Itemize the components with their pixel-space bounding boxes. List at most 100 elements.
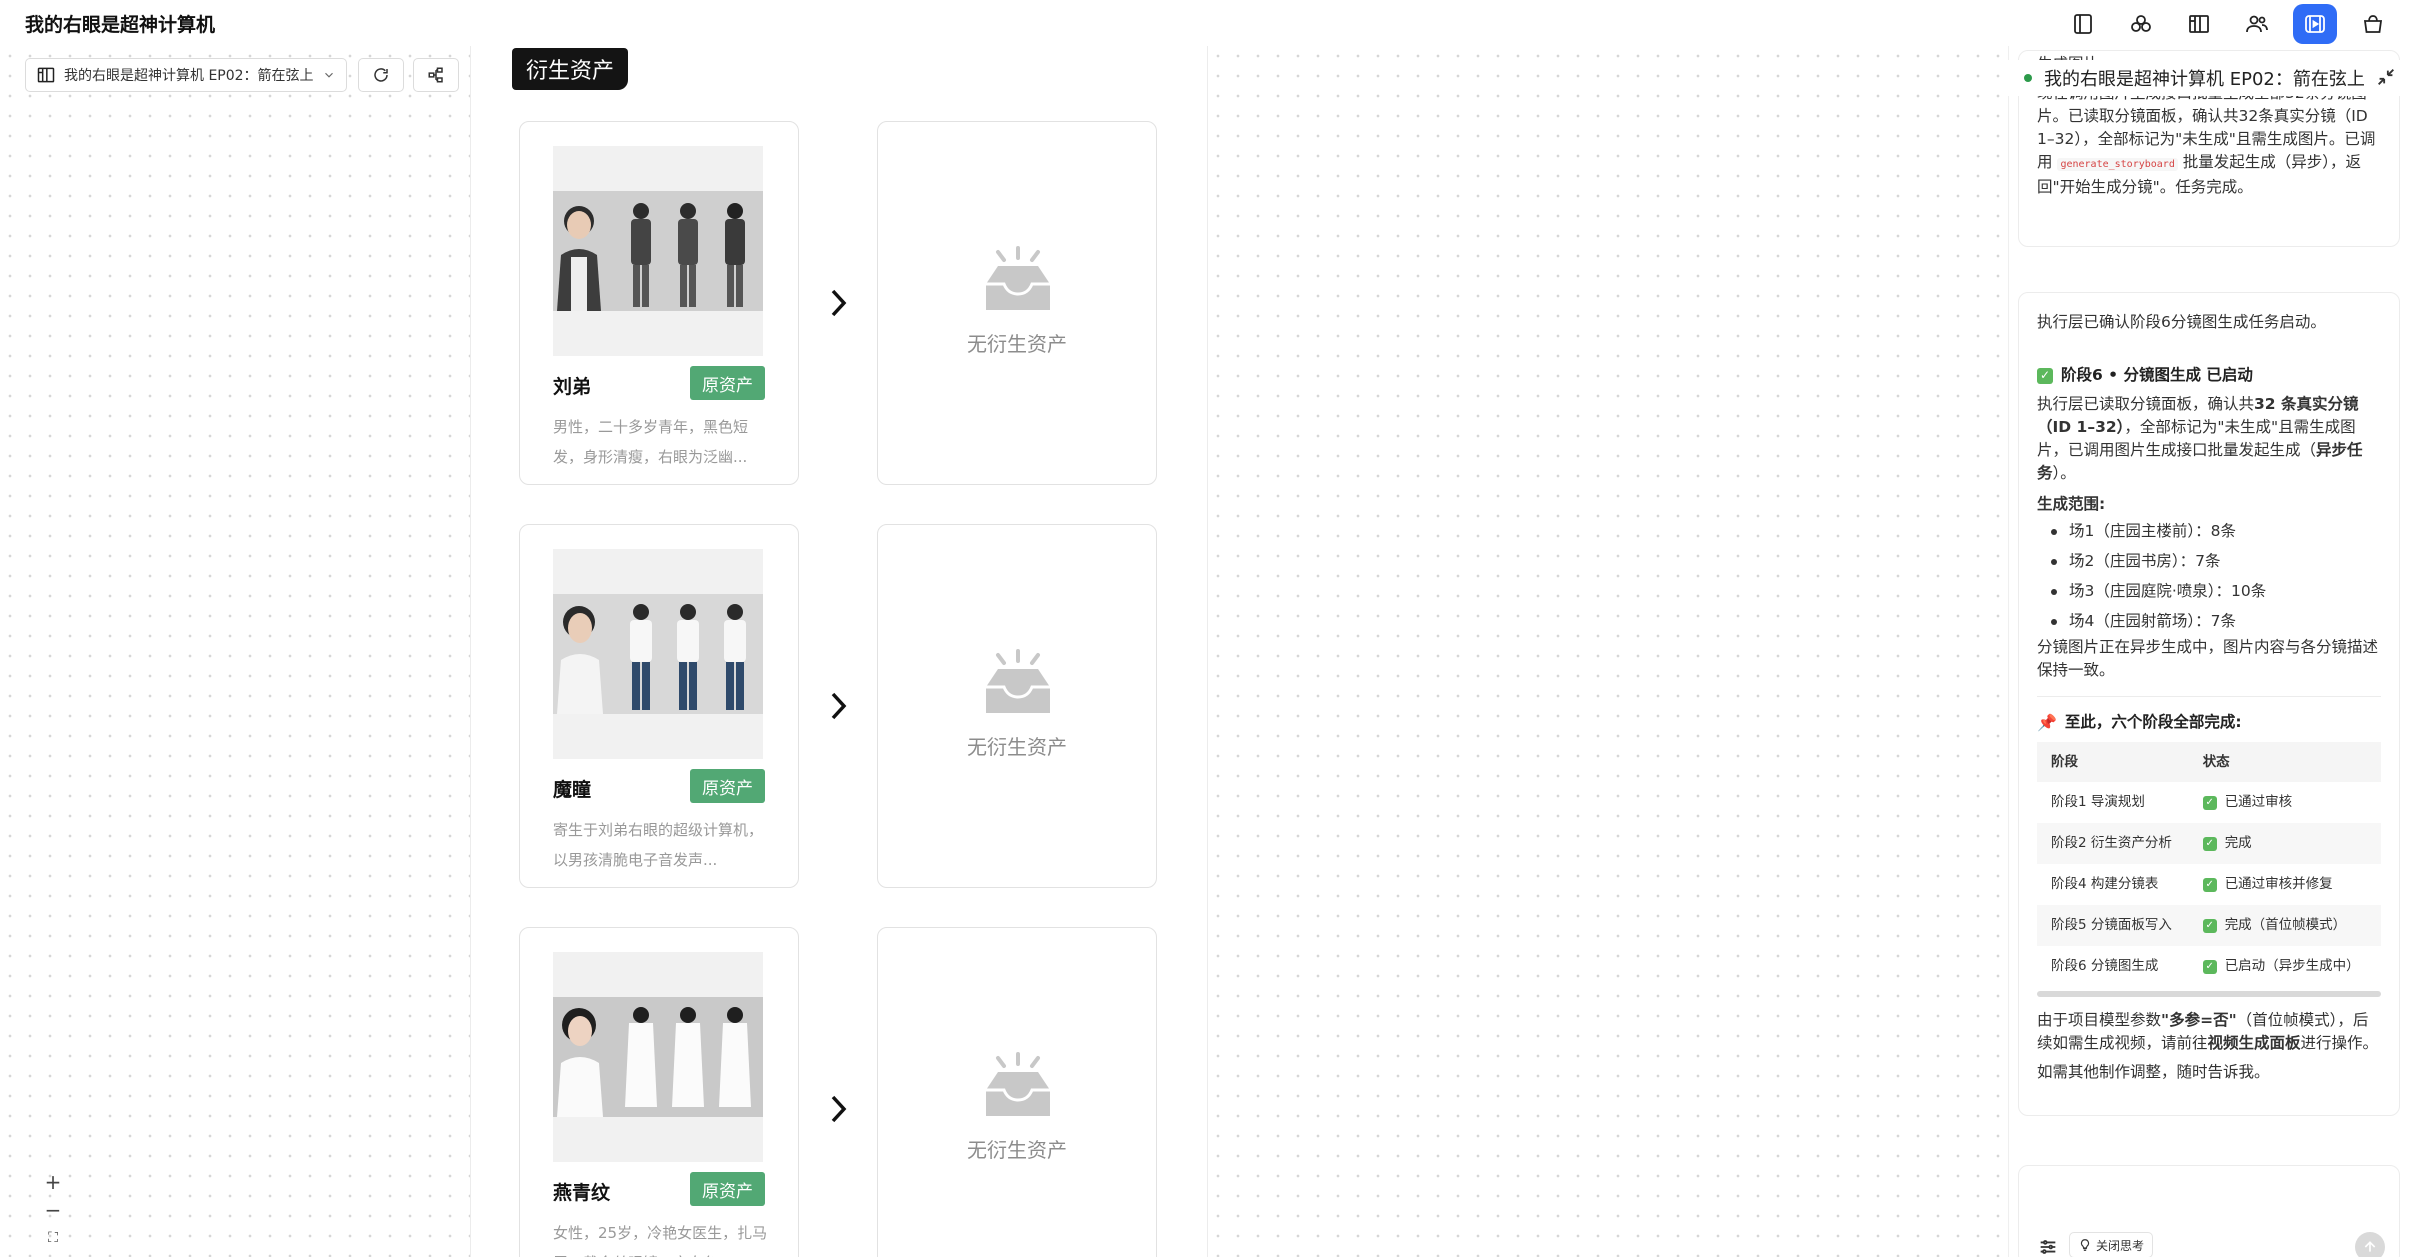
chat-input[interactable]: 关闭思考 [2018,1165,2400,1257]
empty-derived-label: 无衍生资产 [967,1138,1067,1162]
chevron-right-icon [823,1089,853,1129]
chevron-down-icon [325,72,333,78]
asset-description: 寄生于刘弟右眼的超级计算机，以男孩清脆电子音发声... [553,821,764,869]
status-cell: ✓ 完成 [2188,823,2381,864]
check-icon: ✓ [2202,836,2217,851]
done-heading: 📌 至此，六个阶段全部完成: [2037,711,2381,734]
zoom-out-button[interactable]: − [40,1198,66,1222]
derived-asset-card[interactable]: 无衍生资产 [877,524,1157,888]
online-status-dot [2024,74,2032,82]
asset-name: 刘弟 [553,376,592,398]
send-button[interactable] [2355,1232,2385,1257]
list-item: 场1（庄园主楼前）：8条 [2051,516,2381,546]
chat-header: 我的右眼是超神计算机 EP02：箭在弦上 [2008,60,2413,96]
toggle-thinking-label: 关闭思考 [2096,1238,2145,1253]
table-header: 状态 [2188,742,2381,782]
message-text-part: 执行层已读取分镜面板，确认共 [2037,395,2255,413]
shop-icon[interactable] [2351,4,2395,44]
top-toolbar [2061,4,2395,44]
done-title: 至此，六个阶段全部完成: [2064,713,2242,731]
video-icon[interactable] [2293,4,2337,44]
message-text-bold: "多参=否" [2161,1011,2237,1029]
check-icon: ✓ [2202,795,2217,810]
table-row: 阶段2 衍生资产分析 ✓ 完成 [2037,823,2381,864]
storyboard-icon[interactable] [2177,4,2221,44]
chevron-right-icon [823,283,853,323]
project-select-label: 我的右眼是超神计算机 EP02：箭在弦上 [64,68,314,84]
arrow-up-icon [2364,1241,2376,1252]
asset-name: 燕青纹 [553,1182,611,1204]
asset-description: 女性，25岁，冷艳女医生，扎马尾，戴金丝眼镜，穿白色... [553,1224,768,1257]
message-text: 现在调用图片生成接口批量生成全部32条分镜图片。已读取分镜面板，确认共32条真实… [2037,82,2381,199]
inline-code: generate_storyboard [2057,158,2178,171]
fit-view-button[interactable]: ⛶ [40,1226,66,1250]
check-icon: ✓ [2202,877,2217,892]
zoom-in-button[interactable]: + [40,1170,66,1194]
message-text-part: 由于项目模型参数 [2037,1011,2162,1029]
derived-asset-card[interactable]: 无衍生资产 [877,121,1157,485]
character-photo [553,594,763,714]
check-icon: ✓ [2202,959,2217,974]
message-text-part: ）。 [2052,464,2076,482]
asset-name: 魔瞳 [553,779,592,801]
empty-inbox-icon [986,246,1050,310]
asset-icon[interactable] [2119,4,2163,44]
status-cell: ✓ 已通过审核 [2189,782,2381,823]
project-select[interactable]: 我的右眼是超神计算机 EP02：箭在弦上 [25,58,347,92]
list-item: 场3（庄园庭院·喷泉）：10条 [2051,576,2381,606]
original-asset-badge: 原资产 [690,1172,765,1206]
message-text: 分镜图片正在异步生成中，图片内容与各分镜描述保持一致。 [2037,638,2379,679]
app-title: 我的右眼是超神计算机 [25,14,216,36]
stage-cell: 阶段2 衍生资产分析 [2037,823,2189,864]
node-canvas-left[interactable] [0,46,470,1257]
stage-table: 阶段 状态 阶段1 导演规划 ✓ 已通过审核 阶段2 衍生资产分析 ✓ 完成 阶段4 构… [2037,742,2381,987]
asset-thumbnail [553,549,763,759]
stage-cell: 阶段1 导演规划 [2051,794,2145,810]
asset-card[interactable]: 刘弟 原资产 男性，二十多岁青年，黑色短发，身形清瘦，右眼为泛幽... [519,121,799,485]
empty-derived-label: 无衍生资产 [967,332,1067,356]
message-text-bold: 视频生成面板 [2207,1034,2301,1052]
status-cell: ✓ 完成（首位帧模式） [2188,905,2381,946]
top-bar: 我的右眼是超神计算机 [0,0,2413,46]
settings-sliders-icon[interactable] [2037,1236,2059,1257]
table-row: 阶段6 分镜图生成 ✓ 已启动（异步生成中） [2037,946,2381,987]
status-text: 完成 [2224,835,2252,851]
derived-asset-card[interactable]: 无衍生资产 [877,927,1157,1257]
message-text: 如需其他制作调整，随时告诉我。 [2037,1063,2270,1081]
zoom-controls: + − ⛶ [38,1170,68,1250]
check-icon: ✓ [2037,367,2053,384]
table-header: 阶段 [2037,742,2189,782]
tree-layout-icon [428,67,443,83]
section-title: 衍生资产 [512,48,629,90]
asset-thumbnail [553,146,763,356]
assistant-message: 执行层已确认阶段6分镜图生成任务启动。 ✓ 阶段6 • 分镜图生成 已启动 执行… [2018,292,2400,1116]
layout-button[interactable] [413,58,459,92]
toggle-thinking-button[interactable]: 关闭思考 [2069,1232,2154,1257]
refresh-button[interactable] [358,58,404,92]
table-scrollbar[interactable] [2037,991,2381,997]
table-header-row: 阶段 状态 [2037,742,2381,782]
stage-cell: 阶段6 分镜图生成 [2051,958,2159,974]
storyboard-icon [37,67,55,83]
status-text: 已启动（异步生成中） [2224,958,2360,974]
range-title: 生成范围: [2037,495,2106,513]
asset-description: 男性，二十多岁青年，黑色短发，身形清瘦，右眼为泛幽... [553,418,749,466]
status-cell: ✓ 已通过审核并修复 [2189,864,2381,905]
node-canvas-right[interactable] [1208,46,2008,1257]
table-row: 阶段4 构建分镜表 ✓ 已通过审核并修复 [2037,864,2381,905]
character-icon[interactable] [2235,4,2279,44]
character-photo [553,997,763,1117]
script-icon[interactable] [2061,4,2105,44]
asset-card[interactable]: 魔瞳 原资产 寄生于刘弟右眼的超级计算机，以男孩清脆电子音发声... [519,524,799,888]
stage-heading: ✓ 阶段6 • 分镜图生成 已启动 [2037,364,2381,387]
status-text: 已通过审核 [2224,794,2293,810]
message-text-part: 进行操作。 [2300,1034,2379,1052]
status-text: 完成（首位帧模式） [2224,917,2347,933]
empty-inbox-icon [986,649,1050,713]
asset-card[interactable]: 燕青纹 原资产 女性，25岁，冷艳女医生，扎马尾，戴金丝眼镜，穿白色... [519,927,799,1257]
collapse-icon[interactable] [2375,66,2397,88]
table-row: 阶段5 分镜面板写入 ✓ 完成（首位帧模式） [2037,905,2381,946]
original-asset-badge: 原资产 [690,769,765,803]
pin-icon: 📌 [2037,713,2057,732]
status-text: 已通过审核并修复 [2224,876,2333,892]
